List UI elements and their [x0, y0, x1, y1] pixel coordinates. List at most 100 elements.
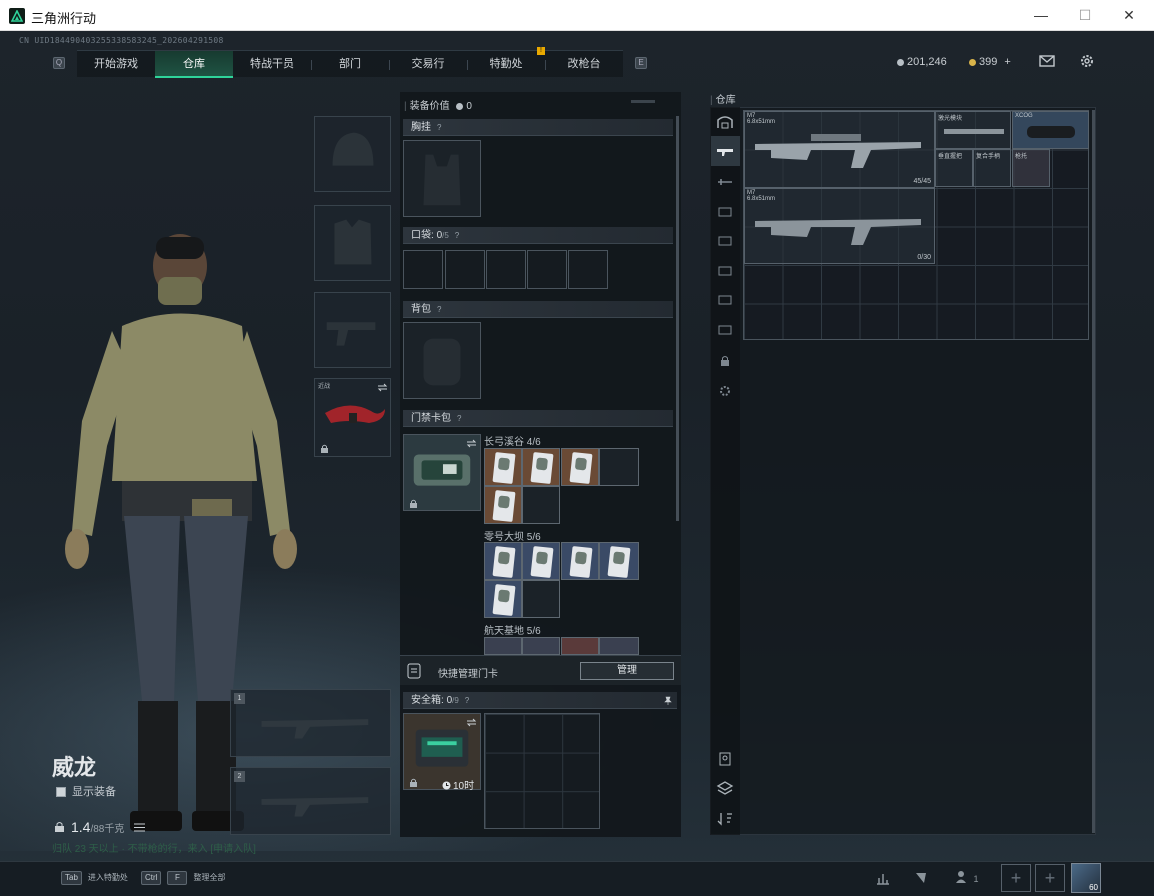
keycard-empty-slot[interactable]	[522, 580, 560, 618]
emblem-icon[interactable]	[913, 870, 929, 886]
close-button[interactable]: ✕	[1106, 0, 1152, 31]
keycard-empty-slot[interactable]	[522, 486, 560, 524]
tab-special-ops[interactable]: 特勤处	[467, 51, 545, 78]
category-locked-icon[interactable]	[715, 351, 735, 371]
category-loot-icon[interactable]	[715, 320, 735, 340]
melee-slot[interactable]: 近战	[314, 378, 391, 457]
manage-button[interactable]: 管理	[580, 662, 674, 680]
backpack-icon	[423, 338, 461, 386]
pistol-slot[interactable]	[314, 292, 391, 368]
weight-max: /88千克	[90, 824, 125, 835]
stats-icon[interactable]	[875, 870, 891, 886]
player-avatar[interactable]: 60	[1071, 863, 1101, 893]
secondary-weapon-slot[interactable]: 2	[230, 767, 391, 835]
mail-icon[interactable]	[1038, 53, 1056, 69]
help-icon[interactable]: ?	[457, 410, 461, 427]
sort-all-hint[interactable]: Ctrl F 整理全部	[141, 871, 225, 885]
keycard-item[interactable]	[484, 542, 522, 580]
keycard-empty-slot[interactable]	[599, 448, 639, 486]
keycard-item[interactable]	[484, 580, 522, 618]
category-armor-icon[interactable]	[715, 231, 735, 251]
nav-prev-key[interactable]: Q	[53, 57, 65, 69]
safebox-grid[interactable]	[484, 713, 600, 829]
safebox-slot[interactable]: 10时	[403, 713, 481, 792]
category-ammo-icon[interactable]	[715, 202, 735, 222]
keycard-item[interactable]	[484, 448, 522, 486]
pocket-slot[interactable]	[403, 250, 443, 289]
swap-icon[interactable]	[377, 383, 388, 392]
helmet-slot[interactable]	[314, 116, 391, 192]
maximize-button[interactable]: ☐	[1062, 0, 1108, 31]
swap-icon[interactable]	[466, 718, 477, 727]
tab-trading[interactable]: 交易行	[389, 51, 467, 78]
pocket-slot[interactable]	[527, 250, 567, 289]
sort-icon[interactable]	[715, 809, 735, 829]
squad-invite-slot[interactable]: +	[1035, 864, 1065, 892]
gold-currency[interactable]: 399 +	[969, 56, 1011, 68]
warehouse-item-rifle[interactable]: M7 6.8x51mm 45/45	[744, 111, 935, 188]
map-keycard-label: 零号大坝 5/6	[484, 532, 541, 543]
category-medical-icon[interactable]	[715, 261, 735, 281]
category-weapons-icon[interactable]	[715, 141, 735, 161]
silver-currency[interactable]: 201,246	[897, 56, 947, 68]
minimize-button[interactable]: —	[1018, 0, 1064, 31]
pocket-slot[interactable]	[445, 250, 485, 289]
pin-icon[interactable]	[664, 696, 672, 705]
keycard-item[interactable]	[522, 448, 560, 486]
panel-scrollbar[interactable]	[676, 116, 679, 521]
pocket-slot[interactable]	[568, 250, 608, 289]
checkbox[interactable]	[56, 787, 66, 798]
list-icon[interactable]	[134, 823, 146, 832]
squad-invite-slot[interactable]: +	[1001, 864, 1031, 892]
armor-slot[interactable]	[314, 205, 391, 281]
warehouse-item-handle[interactable]: 复合手柄	[973, 149, 1011, 187]
primary-weapon-slot[interactable]: 1	[230, 689, 391, 757]
settings-gear-icon[interactable]	[1078, 53, 1096, 69]
help-icon[interactable]: ?	[465, 692, 469, 709]
tab-department[interactable]: 部门	[311, 51, 389, 78]
pocket-slot[interactable]	[486, 250, 526, 289]
category-all-icon[interactable]	[715, 112, 735, 132]
help-icon[interactable]: ?	[437, 301, 441, 318]
tab-start-game[interactable]: 开始游戏	[77, 51, 155, 78]
special-ops-hint[interactable]: Tab 进入特勤处	[61, 871, 128, 885]
layers-icon[interactable]	[715, 778, 735, 798]
window-title: 三角洲行动	[31, 11, 97, 26]
keycard-item[interactable]	[522, 542, 560, 580]
keycard-item[interactable]	[484, 637, 522, 655]
nav-next-key[interactable]: E	[635, 57, 647, 69]
keycard-item[interactable]	[484, 486, 522, 524]
warehouse-item-grip[interactable]: 垂直握把	[935, 149, 973, 187]
gold-add-button[interactable]: +	[1004, 56, 1010, 68]
backpack-label: 背包	[411, 304, 431, 315]
keycard-item[interactable]	[522, 637, 560, 655]
swap-icon[interactable]	[466, 439, 477, 448]
safebox-timer: 10时	[442, 777, 474, 792]
warehouse-scrollbar[interactable]	[1092, 110, 1095, 833]
tab-gunsmith[interactable]: 改枪台	[545, 51, 623, 78]
expand-storage-icon[interactable]	[715, 749, 735, 769]
category-settings-icon[interactable]	[715, 381, 735, 401]
tab-warehouse[interactable]: 仓库	[155, 51, 233, 78]
tab-operators[interactable]: 特战干员	[233, 51, 311, 78]
help-icon[interactable]: ?	[437, 119, 441, 136]
category-keys-icon[interactable]	[715, 290, 735, 310]
backpack-slot[interactable]	[403, 322, 481, 399]
chest-rig-slot[interactable]	[403, 140, 481, 217]
keycard-item[interactable]	[561, 637, 599, 655]
warehouse-item-rifle[interactable]: M7 6.8x51mm 0/30	[744, 188, 935, 264]
warehouse-item-laser[interactable]: 激光模块	[935, 111, 1011, 149]
scroll-indicator[interactable]	[631, 100, 655, 103]
keycard-item[interactable]	[561, 448, 599, 486]
keycard-item[interactable]	[561, 542, 599, 580]
help-icon[interactable]: ?	[455, 227, 459, 244]
warehouse-item-stock[interactable]: 枪托	[1012, 149, 1050, 187]
friends-indicator[interactable]: 1	[955, 869, 979, 885]
show-gear-toggle[interactable]: 显示装备	[56, 783, 116, 799]
squad-recruit-text[interactable]: 归队 23 天以上 · 不带枪的行，来入 [申请入队]	[52, 840, 256, 855]
warehouse-item-scope[interactable]: XCOG	[1012, 111, 1089, 149]
keycard-item[interactable]	[599, 637, 639, 655]
category-attachments-icon[interactable]	[715, 172, 735, 192]
keycard-item[interactable]	[599, 542, 639, 580]
keycard-pack-slot[interactable]	[403, 434, 481, 511]
